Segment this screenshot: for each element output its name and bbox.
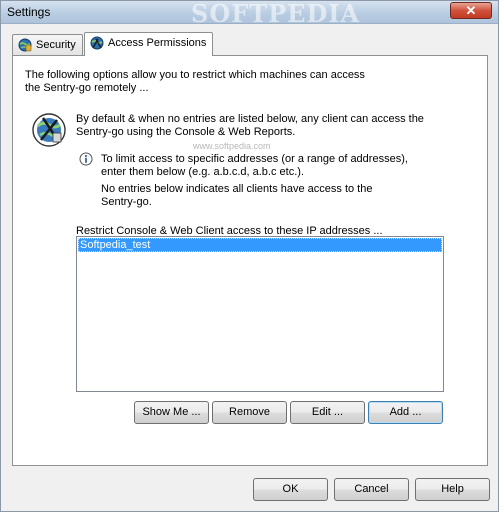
help-button[interactable]: Help	[415, 478, 490, 501]
edit-button[interactable]: Edit ...	[290, 401, 365, 424]
info-icon	[79, 152, 93, 166]
note-text: Sentry-go.	[101, 196, 152, 208]
globe-check-icon	[90, 36, 104, 50]
default-access-text: Sentry-go using the Console & Web Report…	[76, 126, 296, 138]
tab-access-permissions[interactable]: Access Permissions	[84, 32, 213, 56]
ok-button[interactable]: OK	[253, 478, 328, 501]
tip-text: To limit access to specific addresses (o…	[101, 153, 408, 165]
intro-text: The following options allow you to restr…	[25, 69, 365, 81]
cancel-button[interactable]: Cancel	[334, 478, 409, 501]
default-access-text: By default & when no entries are listed …	[76, 113, 424, 125]
globe-network-icon	[32, 113, 66, 147]
intro-text: the Sentry-go remotely ...	[25, 82, 149, 94]
tab-security[interactable]: Security	[12, 34, 83, 55]
list-item-label: Softpedia_test	[80, 239, 151, 251]
close-icon: ✕	[465, 3, 477, 18]
settings-window: Settings SOFTPEDIA ✕ Security Access Per…	[0, 0, 499, 512]
tab-label: Security	[36, 39, 76, 51]
remove-button[interactable]: Remove	[212, 401, 287, 424]
show-me-button[interactable]: Show Me ...	[134, 401, 209, 424]
list-item[interactable]: Softpedia_test	[78, 238, 442, 252]
access-permissions-panel: The following options allow you to restr…	[12, 55, 488, 466]
title-bar[interactable]: Settings SOFTPEDIA ✕	[1, 0, 498, 28]
note-text: No entries below indicates all clients h…	[101, 183, 373, 195]
tip-text: enter them below (e.g. a.b.c.d, a.b.c et…	[101, 166, 304, 178]
add-button[interactable]: Add ...	[368, 401, 443, 424]
softpedia-watermark: www.softpedia.com	[193, 141, 271, 151]
tab-label: Access Permissions	[108, 37, 207, 49]
window-title: Settings	[7, 5, 51, 19]
ip-address-list[interactable]: Softpedia_test	[76, 236, 444, 392]
title-watermark: SOFTPEDIA	[191, 0, 361, 28]
close-button[interactable]: ✕	[450, 2, 492, 19]
globe-shield-icon	[18, 38, 32, 52]
